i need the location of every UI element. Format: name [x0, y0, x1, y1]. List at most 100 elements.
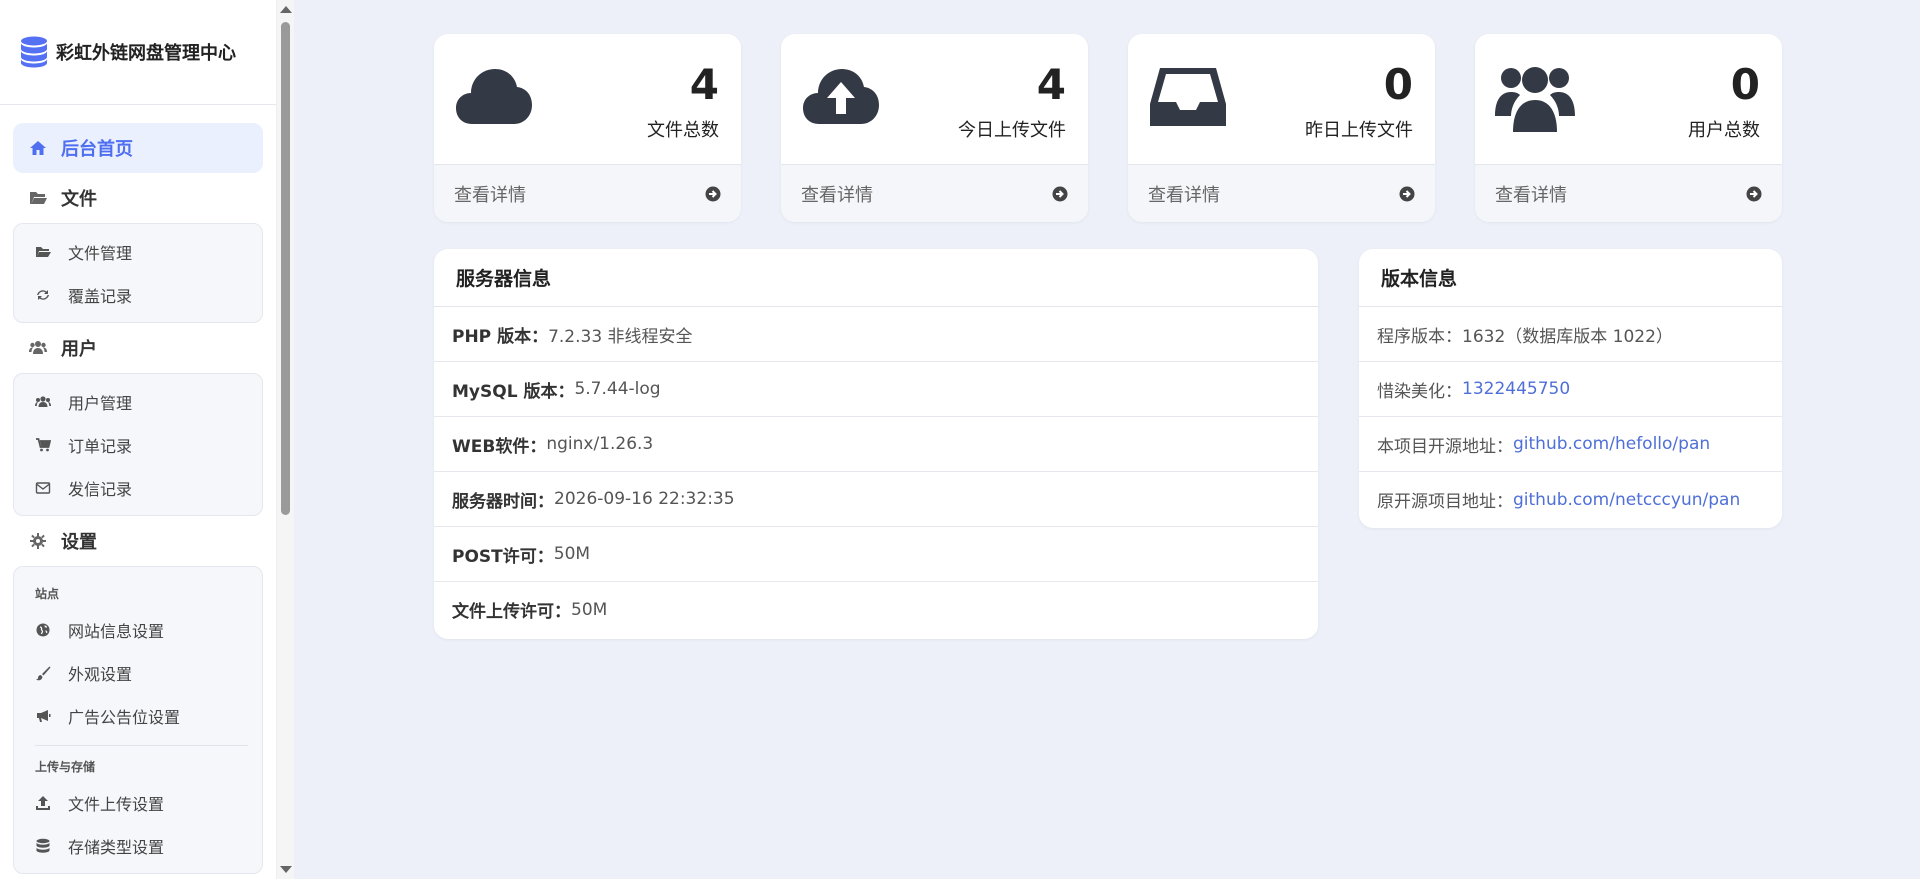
info-row: MySQL 版本： 5.7.44-log: [434, 362, 1318, 417]
brand[interactable]: 彩虹外链网盘管理中心: [0, 0, 276, 105]
original-repo-link[interactable]: github.com/netcccyun/pan: [1513, 490, 1740, 510]
stat-label: 今日上传文件: [958, 120, 1066, 141]
upload-icon: [36, 795, 50, 810]
settings-group: 站点 网站信息设置 外观设置 广告公告位设置 上传与存储 文件上传设置 存储类型…: [13, 566, 263, 874]
info-row: WEB软件： nginx/1.26.3: [434, 417, 1318, 472]
divider: [35, 745, 248, 746]
view-details-link[interactable]: 查看详情: [434, 165, 741, 222]
info-key: POST许可：: [452, 546, 554, 567]
sidebar-item-storage-settings[interactable]: 存储类型设置: [14, 824, 262, 867]
info-value: 1632（数据库版本 1022）: [1462, 326, 1673, 347]
sidebar-nav: 后台首页 文件 文件管理 覆盖记录 用户 用户管理 订单记录 发信记录 设置 站…: [0, 105, 276, 874]
panel-title: 服务器信息: [434, 249, 1318, 307]
stat-value: 4: [689, 60, 719, 109]
stat-card-file-total: 4 文件总数 查看详情: [434, 34, 741, 222]
stat-value: 0: [1730, 60, 1760, 109]
sidebar-item-mail-log[interactable]: 发信记录: [14, 466, 262, 509]
view-details-link[interactable]: 查看详情: [1475, 165, 1782, 222]
view-details-link[interactable]: 查看详情: [781, 165, 1088, 222]
sidebar-item-user-manage[interactable]: 用户管理: [14, 380, 262, 423]
users-icon: [35, 395, 51, 407]
info-value: 50M: [571, 599, 608, 620]
stat-value: 4: [1036, 60, 1066, 109]
sidebar-item-label: 文件管理: [68, 243, 133, 263]
view-details-label: 查看详情: [454, 184, 526, 206]
scroll-down-arrow[interactable]: [280, 866, 292, 873]
sidebar-item-label: 后台首页: [61, 139, 133, 160]
sidebar-item-label: 文件上传设置: [68, 794, 165, 814]
info-key: MySQL 版本：: [452, 381, 575, 402]
users-group: 用户管理 订单记录 发信记录: [13, 373, 263, 516]
info-key: 文件上传许可：: [452, 602, 571, 622]
info-key: WEB软件：: [452, 436, 547, 457]
sidebar: 彩虹外链网盘管理中心 后台首页 文件 文件管理 覆盖记录 用户 用户管理 订单记…: [0, 0, 276, 879]
section-label: 文件: [61, 189, 97, 210]
info-row: 文件上传许可： 50M: [434, 582, 1318, 637]
repo-link[interactable]: github.com/hefollo/pan: [1513, 434, 1710, 454]
info-key: 程序版本：: [1377, 326, 1462, 347]
brand-title: 彩虹外链网盘管理中心: [56, 43, 236, 64]
panel-title: 版本信息: [1359, 249, 1782, 307]
arrow-circle-right-icon: [1052, 186, 1068, 201]
info-value: 50M: [553, 544, 591, 564]
view-details-label: 查看详情: [1495, 184, 1567, 206]
arrow-circle-right-icon: [1399, 186, 1415, 201]
info-row: 惜染美化： 1322445750: [1359, 362, 1782, 417]
info-row: 本项目开源地址： github.com/hefollo/pan: [1359, 417, 1782, 472]
cloud-upload-icon: [803, 69, 879, 124]
sidebar-item-label: 外观设置: [68, 664, 133, 684]
stat-label: 昨日上传文件: [1305, 120, 1413, 141]
info-row: PHP 版本： 7.2.33 非线程安全: [434, 307, 1318, 362]
info-value: 2026-09-16 22:32:35: [554, 489, 735, 509]
view-details-link[interactable]: 查看详情: [1128, 165, 1435, 222]
info-row: 服务器时间： 2026-09-16 22:32:35: [434, 472, 1318, 527]
bullhorn-icon: [37, 709, 51, 722]
cart-icon: [36, 437, 51, 451]
sidebar-section-settings[interactable]: 设置: [13, 516, 263, 566]
users-icon: [1495, 67, 1575, 132]
info-value: 7.2.33 非线程安全: [548, 326, 693, 347]
stat-card-yesterday-upload: 0 昨日上传文件 查看详情: [1128, 34, 1435, 222]
sidebar-item-label: 发信记录: [68, 479, 133, 499]
info-value: 5.7.44-log: [574, 379, 661, 399]
inbox-icon: [1150, 68, 1226, 126]
gear-icon: [30, 533, 46, 549]
refresh-icon: [37, 289, 49, 300]
info-row: POST许可： 50M: [434, 527, 1318, 582]
stat-label: 用户总数: [1688, 120, 1760, 141]
section-label: 设置: [61, 532, 97, 553]
sidebar-item-orders[interactable]: 订单记录: [14, 423, 262, 466]
info-key: 服务器时间：: [452, 491, 554, 512]
database-icon: [36, 838, 50, 853]
sidebar-item-appearance[interactable]: 外观设置: [14, 651, 262, 694]
sidebar-item-ads[interactable]: 广告公告位设置: [14, 694, 262, 737]
sidebar-item-label: 覆盖记录: [68, 286, 133, 306]
home-icon: [30, 141, 46, 155]
arrow-circle-right-icon: [705, 186, 721, 201]
sidebar-section-files[interactable]: 文件: [13, 173, 263, 223]
sidebar-item-upload-settings[interactable]: 文件上传设置: [14, 781, 262, 824]
view-details-label: 查看详情: [801, 184, 873, 206]
envelope-icon: [35, 481, 51, 494]
stat-card-user-total: 0 用户总数 查看详情: [1475, 34, 1782, 222]
sidebar-item-home[interactable]: 后台首页: [13, 123, 263, 173]
files-group: 文件管理 覆盖记录: [13, 223, 263, 323]
sidebar-scrollbar[interactable]: [276, 0, 294, 879]
scroll-up-arrow[interactable]: [280, 6, 292, 13]
users-icon: [29, 341, 47, 354]
qq-link[interactable]: 1322445750: [1462, 379, 1570, 399]
version-info-panel: 版本信息 程序版本： 1632（数据库版本 1022） 惜染美化： 13224457…: [1359, 249, 1782, 528]
sidebar-item-label: 存储类型设置: [68, 837, 165, 857]
sidebar-item-file-manage[interactable]: 文件管理: [14, 230, 262, 273]
info-key: 惜染美化：: [1377, 381, 1462, 402]
stat-value: 0: [1383, 60, 1413, 109]
site-caption: 站点: [35, 587, 60, 601]
sidebar-item-label: 网站信息设置: [68, 621, 165, 641]
arrow-circle-right-icon: [1746, 186, 1762, 201]
section-label: 用户: [61, 339, 97, 360]
sidebar-item-cover-log[interactable]: 覆盖记录: [14, 273, 262, 316]
sidebar-item-site-info[interactable]: 网站信息设置: [14, 608, 262, 651]
scrollbar-thumb[interactable]: [281, 22, 290, 515]
cloud-icon: [456, 69, 532, 124]
sidebar-section-users[interactable]: 用户: [13, 323, 263, 373]
